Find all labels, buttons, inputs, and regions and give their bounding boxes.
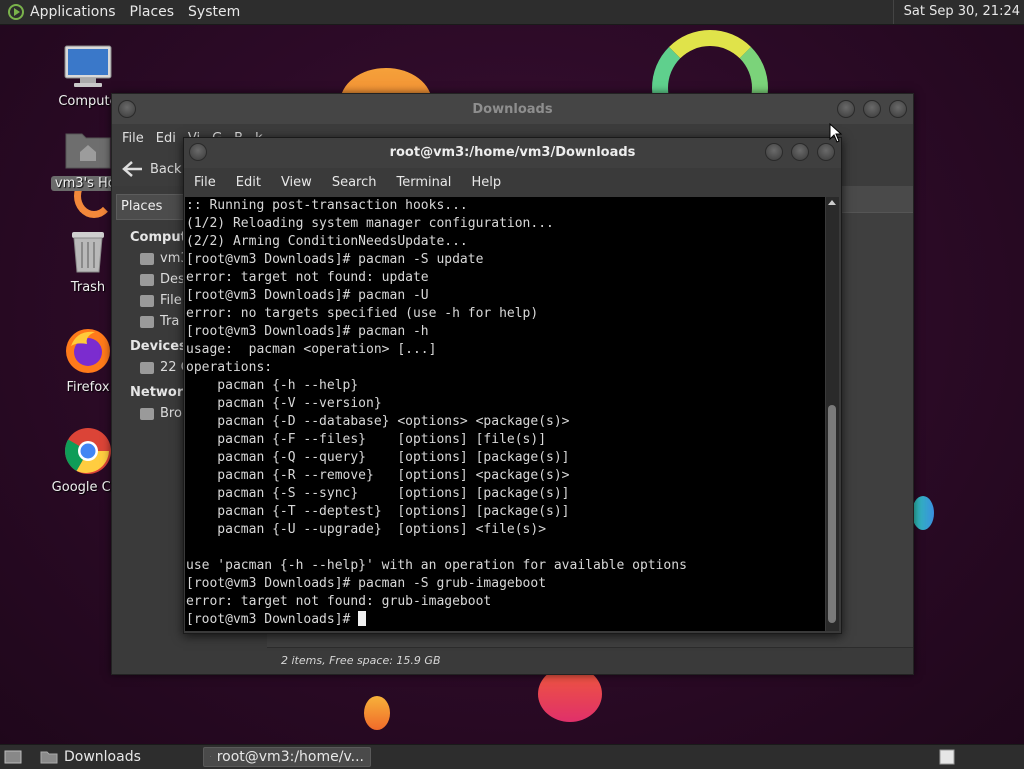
terminal-line: error: no targets specified (use -h for …: [186, 306, 538, 321]
terminal-line: (1/2) Reloading system manager configura…: [186, 216, 554, 231]
terminal-icon: [210, 750, 211, 764]
network-icon: [140, 408, 154, 420]
taskbar-item-label: root@vm3:/home/v...: [217, 749, 364, 765]
status-bar: 2 items, Free space: 15.9 GB: [267, 647, 913, 674]
terminal-window: root@vm3:/home/vm3/Downloads File Edit V…: [183, 137, 842, 634]
terminal-line: pacman {-V --version}: [186, 396, 382, 411]
minimize-icon[interactable]: [765, 143, 783, 161]
terminal-line: pacman {-h --help}: [186, 378, 358, 393]
home-folder-icon: [62, 128, 114, 172]
bottom-panel: Downloads root@vm3:/home/v...: [0, 744, 1024, 769]
terminal-screen[interactable]: :: Running post-transaction hooks... (1/…: [185, 197, 825, 631]
close-icon[interactable]: [817, 143, 835, 161]
terminal-line: error: target not found: grub-imageboot: [186, 594, 491, 609]
terminal-menubar: File Edit View Search Terminal Help: [184, 168, 841, 196]
minimize-icon[interactable]: [837, 100, 855, 118]
terminal-line: :: Running post-transaction hooks...: [186, 198, 468, 213]
system-menu[interactable]: System: [188, 4, 240, 20]
terminal-prompt: [root@vm3 Downloads]#: [186, 612, 358, 627]
back-arrow-icon: [122, 160, 144, 178]
places-menu[interactable]: Places: [130, 4, 175, 20]
taskbar-item-downloads[interactable]: Downloads: [34, 747, 200, 767]
menu-search[interactable]: Search: [332, 175, 377, 190]
clock[interactable]: Sat Sep 30, 21:24: [893, 0, 1024, 24]
chrome-icon: [63, 426, 113, 476]
trash-icon: [66, 228, 110, 276]
home-icon: [140, 253, 154, 265]
desktop-icon-label: Trash: [71, 280, 105, 295]
terminal-line: [root@vm3 Downloads]# pacman -h: [186, 324, 429, 339]
menu-file[interactable]: File: [194, 175, 216, 190]
folder-icon: [40, 750, 58, 764]
taskbar-item-terminal[interactable]: root@vm3:/home/v...: [203, 747, 371, 767]
terminal-line: use 'pacman {-h --help}' with an operati…: [186, 558, 687, 573]
terminal-line: [root@vm3 Downloads]# pacman -U: [186, 288, 429, 303]
terminal-output: :: Running post-transaction hooks... (1/…: [185, 197, 825, 629]
menu-terminal[interactable]: Terminal: [396, 175, 451, 190]
computer-icon: [62, 44, 114, 90]
terminal-line: operations:: [186, 360, 272, 375]
close-icon[interactable]: [889, 100, 907, 118]
terminal-line: usage: pacman <operation> [...]: [186, 342, 436, 357]
terminal-line: pacman {-F --files} [options] [file(s)]: [186, 432, 546, 447]
mouse-pointer-icon: [829, 123, 843, 143]
terminal-line: (2/2) Arming ConditionNeedsUpdate...: [186, 234, 468, 249]
back-button[interactable]: Back: [122, 160, 182, 178]
terminal-line: pacman {-S --sync} [options] [package(s)…: [186, 486, 570, 501]
wallpaper-blue-blob: [912, 496, 934, 530]
drive-icon: [140, 295, 154, 307]
trash-icon: [140, 316, 154, 328]
terminal-line: pacman {-T --deptest} [options] [package…: [186, 504, 570, 519]
file-manager-titlebar[interactable]: Downloads: [112, 94, 913, 124]
window-title: Downloads: [112, 102, 913, 117]
menu-file[interactable]: File: [122, 131, 144, 146]
text-cursor: [358, 611, 366, 626]
terminal-line: [root@vm3 Downloads]# pacman -S grub-ima…: [186, 576, 546, 591]
menu-help[interactable]: Help: [471, 175, 501, 190]
desktop-icon-label: Firefox: [66, 380, 109, 395]
firefox-icon: [63, 326, 113, 376]
maximize-icon[interactable]: [791, 143, 809, 161]
window-title: root@vm3:/home/vm3/Downloads: [184, 145, 841, 160]
terminal-line: error: target not found: update: [186, 270, 429, 285]
terminal-line: pacman {-R --remove} [options] <package(…: [186, 468, 570, 483]
back-label: Back: [150, 162, 182, 177]
menu-edit[interactable]: Edit: [236, 175, 261, 190]
scroll-up-icon[interactable]: [828, 200, 836, 205]
taskbar-item-label: Downloads: [64, 749, 141, 765]
workspace-switcher[interactable]: [936, 747, 960, 767]
terminal-line: pacman {-Q --query} [options] [package(s…: [186, 450, 570, 465]
desktop-icon: [140, 274, 154, 286]
terminal-scrollbar[interactable]: [826, 197, 839, 631]
drive-icon: [140, 362, 154, 374]
wallpaper-small-blob: [364, 696, 390, 730]
show-desktop-button[interactable]: [2, 747, 26, 767]
terminal-line: [root@vm3 Downloads]# pacman -S update: [186, 252, 483, 267]
scrollbar-thumb[interactable]: [828, 405, 836, 623]
terminal-titlebar[interactable]: root@vm3:/home/vm3/Downloads: [184, 138, 841, 168]
maximize-icon[interactable]: [863, 100, 881, 118]
menu-edit[interactable]: Edi: [156, 131, 176, 146]
terminal-line: pacman {-D --database} <options> <packag…: [186, 414, 570, 429]
top-panel: Applications Places System Sat Sep 30, 2…: [0, 0, 1024, 25]
menu-view[interactable]: View: [281, 175, 312, 190]
terminal-line: pacman {-U --upgrade} [options] <file(s)…: [186, 522, 546, 537]
show-desktop-icon: [4, 750, 22, 764]
applications-menu[interactable]: Applications: [30, 4, 116, 20]
desktop-icon-label: Compute: [58, 94, 117, 109]
status-text: 2 items, Free space: 15.9 GB: [281, 654, 440, 667]
distro-logo-icon[interactable]: [8, 4, 24, 20]
workspace-icon: [939, 749, 955, 765]
